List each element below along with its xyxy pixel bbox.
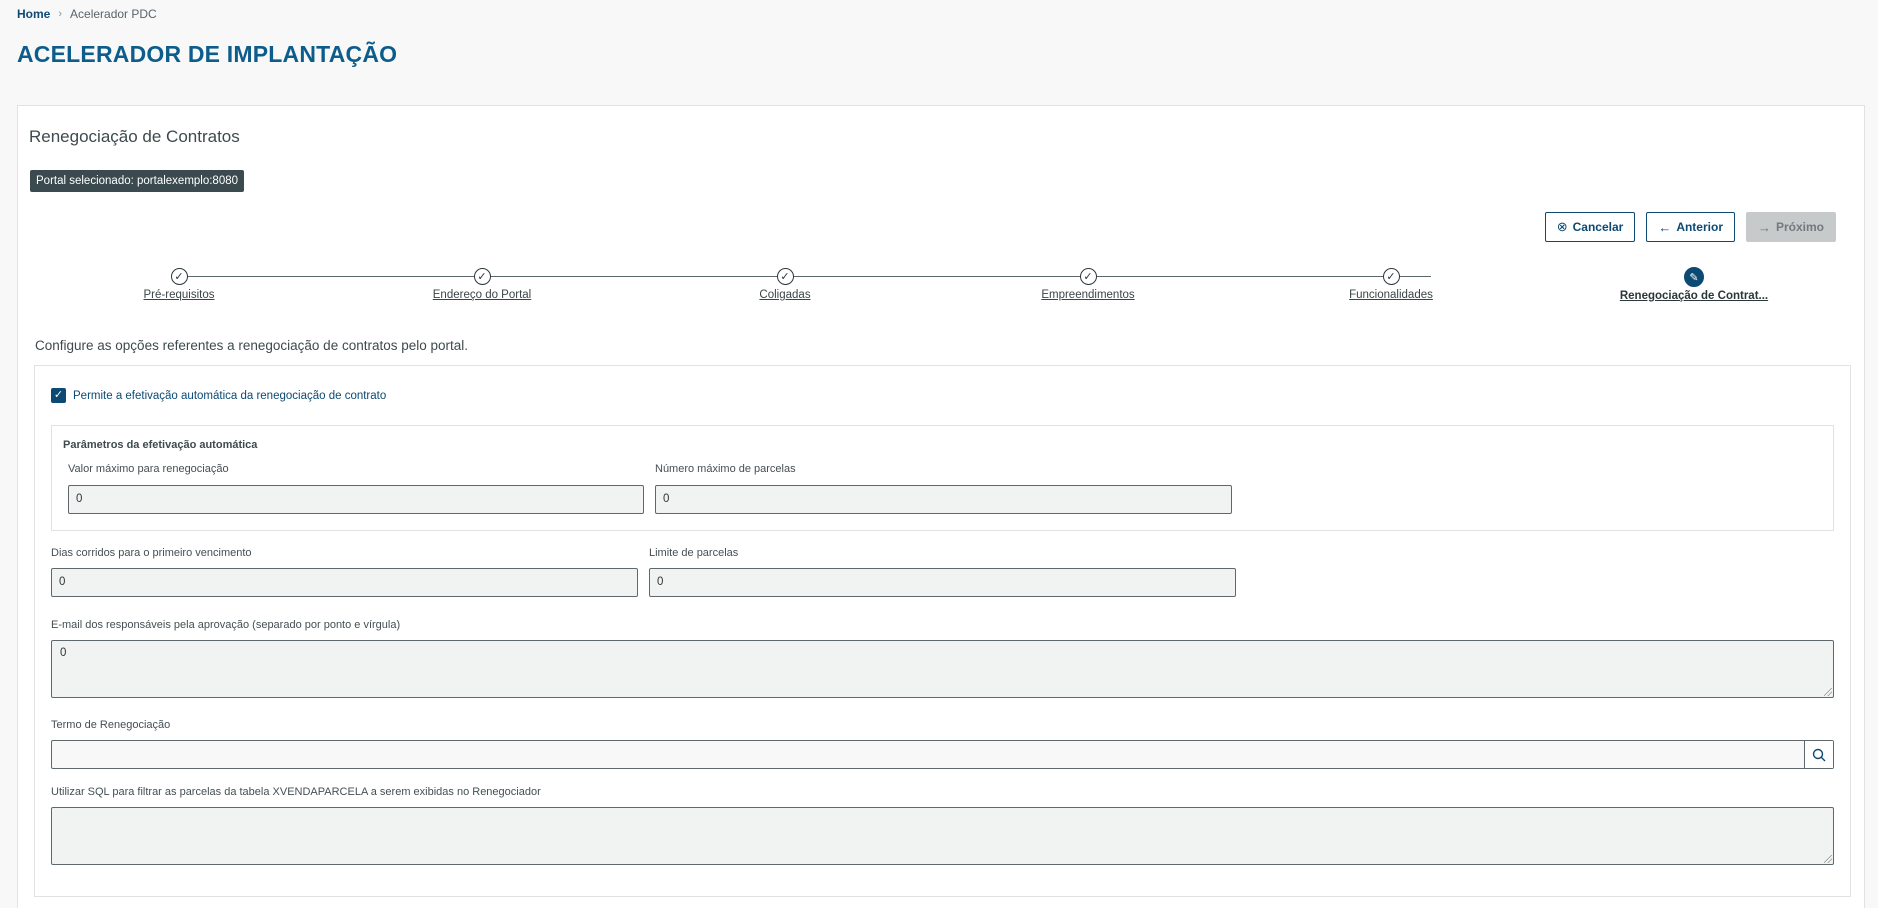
dias-corridos-label: Dias corridos para o primeiro vencimento bbox=[51, 547, 252, 559]
card-title: Renegociação de Contratos bbox=[29, 127, 240, 146]
auto-renegotiation-checkbox[interactable]: ✓ bbox=[51, 388, 66, 403]
previous-button[interactable]: ← Anterior bbox=[1646, 212, 1735, 242]
auto-renegotiation-option[interactable]: ✓ Permite a efetivação automática da ren… bbox=[51, 388, 386, 403]
valor-maximo-label: Valor máximo para renegociação bbox=[68, 463, 229, 475]
step-label[interactable]: Renegociação de Contrat... bbox=[1620, 290, 1768, 302]
fieldset-title: Parâmetros da efetivação automática bbox=[63, 439, 258, 451]
wizard-card: Renegociação de Contratos Portal selecio… bbox=[17, 105, 1865, 908]
breadcrumb: Home › Acelerador PDC bbox=[17, 7, 157, 21]
step-pre-requisitos[interactable]: ✓ Pré-requisitos bbox=[79, 268, 279, 301]
emails-value: 0 bbox=[60, 647, 67, 659]
check-icon: ✓ bbox=[170, 268, 188, 285]
arrow-left-icon: ← bbox=[1658, 219, 1672, 235]
emails-textarea[interactable]: 0 bbox=[51, 640, 1834, 698]
step-label[interactable]: Empreendimentos bbox=[1041, 289, 1134, 301]
limite-parcelas-input[interactable]: 0 bbox=[649, 568, 1236, 597]
step-label[interactable]: Endereço do Portal bbox=[433, 289, 531, 301]
breadcrumb-current: Acelerador PDC bbox=[70, 7, 157, 21]
chevron-right-icon: › bbox=[58, 8, 63, 20]
step-label[interactable]: Pré-requisitos bbox=[144, 289, 215, 301]
search-icon bbox=[1812, 748, 1826, 761]
next-button-label: Próximo bbox=[1775, 220, 1824, 234]
step-funcionalidades[interactable]: ✓ Funcionalidades bbox=[1291, 268, 1491, 301]
breadcrumb-home-link[interactable]: Home bbox=[17, 7, 50, 21]
auto-params-fieldset: Parâmetros da efetivação automática Valo… bbox=[51, 425, 1834, 531]
check-icon: ✓ bbox=[1382, 268, 1400, 285]
cancel-button[interactable]: ⊗ Cancelar bbox=[1544, 212, 1636, 242]
dias-corridos-input[interactable]: 0 bbox=[51, 568, 638, 597]
pencil-icon: ✎ bbox=[1684, 267, 1704, 287]
wizard-actions: ⊗ Cancelar ← Anterior → Próximo bbox=[1544, 212, 1836, 242]
termo-lookup-input[interactable] bbox=[51, 740, 1834, 769]
termo-label: Termo de Renegociação bbox=[51, 719, 171, 731]
resize-handle-icon[interactable] bbox=[1824, 688, 1832, 696]
check-icon: ✓ bbox=[473, 268, 491, 285]
sql-textarea[interactable] bbox=[51, 807, 1834, 865]
step-renegociacao[interactable]: ✎ Renegociação de Contrat... bbox=[1594, 267, 1794, 302]
step-coligadas[interactable]: ✓ Coligadas bbox=[685, 268, 885, 301]
cancel-circle-icon: ⊗ bbox=[1556, 219, 1568, 234]
numero-maximo-input[interactable]: 0 bbox=[655, 485, 1232, 514]
portal-tag: Portal selecionado: portalexemplo:8080 bbox=[30, 170, 245, 192]
arrow-right-icon: → bbox=[1757, 219, 1771, 235]
termo-search-button[interactable] bbox=[1804, 741, 1833, 768]
previous-button-label: Anterior bbox=[1676, 220, 1723, 234]
emails-label: E-mail dos responsáveis pela aprovação (… bbox=[51, 619, 401, 631]
form-panel: ✓ Permite a efetivação automática da ren… bbox=[34, 365, 1851, 897]
cancel-button-label: Cancelar bbox=[1572, 220, 1624, 234]
next-button[interactable]: → Próximo bbox=[1745, 212, 1836, 242]
sql-label: Utilizar SQL para filtrar as parcelas da… bbox=[51, 786, 541, 798]
numero-maximo-label: Número máximo de parcelas bbox=[655, 463, 796, 475]
auto-renegotiation-label[interactable]: Permite a efetivação automática da reneg… bbox=[73, 390, 386, 402]
step-description: Configure as opções referentes a renegoc… bbox=[35, 338, 469, 353]
step-label[interactable]: Coligadas bbox=[759, 289, 810, 301]
check-icon: ✓ bbox=[1079, 268, 1097, 285]
resize-handle-icon[interactable] bbox=[1824, 855, 1832, 863]
page-title: ACELERADOR DE IMPLANTAÇÃO bbox=[17, 41, 398, 67]
step-endereco-portal[interactable]: ✓ Endereço do Portal bbox=[382, 268, 582, 301]
valor-maximo-input[interactable]: 0 bbox=[68, 485, 644, 514]
check-icon: ✓ bbox=[776, 268, 794, 285]
limite-parcelas-label: Limite de parcelas bbox=[649, 547, 739, 559]
step-label[interactable]: Funcionalidades bbox=[1349, 289, 1433, 301]
step-empreendimentos[interactable]: ✓ Empreendimentos bbox=[988, 268, 1188, 301]
wizard-stepper: ✓ Pré-requisitos ✓ Endereço do Portal ✓ … bbox=[79, 267, 1768, 308]
